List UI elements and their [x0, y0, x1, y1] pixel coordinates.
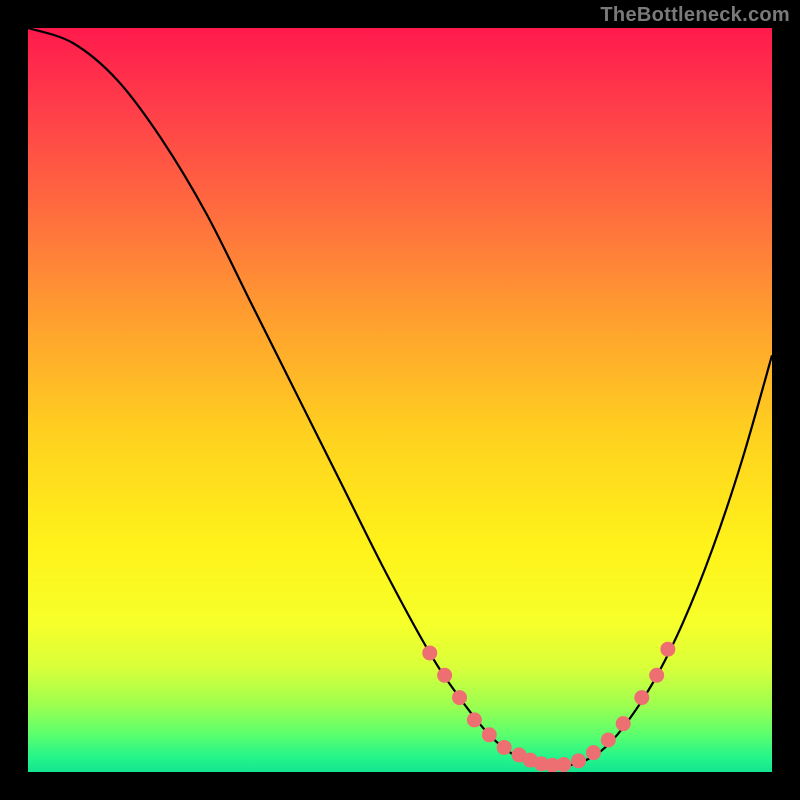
- valley-marker: [649, 668, 664, 683]
- chart-frame: TheBottleneck.com: [0, 0, 800, 800]
- valley-marker: [422, 645, 437, 660]
- valley-marker: [660, 642, 675, 657]
- valley-marker: [571, 753, 586, 768]
- valley-marker: [616, 716, 631, 731]
- valley-marker: [556, 757, 571, 772]
- plot-area: [28, 28, 772, 772]
- valley-marker: [601, 733, 616, 748]
- valley-marker: [497, 740, 512, 755]
- valley-marker: [437, 668, 452, 683]
- valley-marker: [586, 745, 601, 760]
- watermark-text: TheBottleneck.com: [600, 4, 790, 27]
- curve-svg: [28, 28, 772, 772]
- valley-marker: [634, 690, 649, 705]
- curve-line: [28, 28, 772, 766]
- valley-marker: [482, 727, 497, 742]
- valley-marker: [467, 712, 482, 727]
- valley-marker: [452, 690, 467, 705]
- bottleneck-curve: [28, 28, 772, 766]
